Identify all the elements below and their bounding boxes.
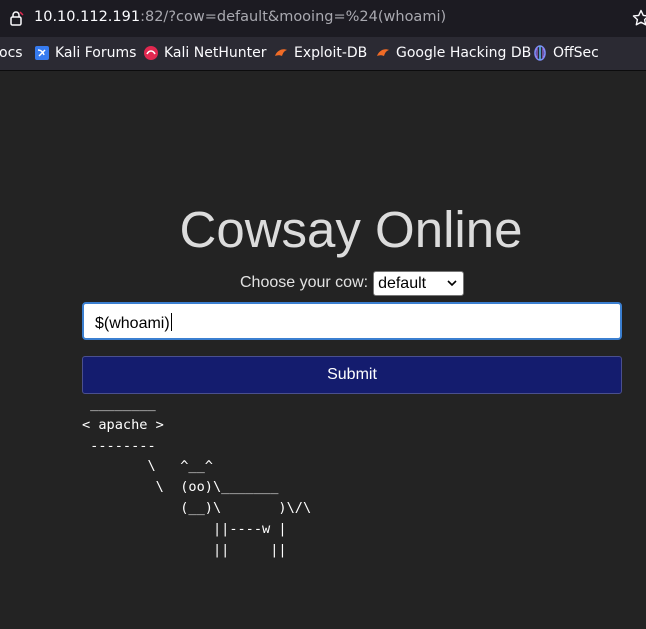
kali-nethunter-icon (144, 46, 158, 60)
offsec-icon (534, 45, 546, 61)
bookmark-label: Kali Forums (55, 45, 137, 61)
bookmark-star-icon[interactable] (632, 9, 646, 27)
page-title: Cowsay Online (179, 201, 523, 258)
bookmark-docs[interactable]: ocs (0, 45, 23, 61)
lock-icon[interactable] (8, 10, 24, 26)
chevron-down-icon (447, 279, 457, 286)
google-hacking-db-icon (377, 49, 389, 56)
cowsay-output: ________ < apache > -------- \ ^__^ \ (o… (82, 396, 312, 558)
cow-select-value: default (378, 274, 427, 292)
exploit-db-icon (275, 49, 287, 56)
bookmark-google-hacking-db[interactable]: Google Hacking DB (375, 45, 531, 61)
cow-chooser: Choose your cow: default (240, 270, 465, 296)
url-host: 10.10.112.191 (34, 9, 141, 25)
bookmark-label: Kali NetHunter (164, 45, 267, 61)
choose-cow-label: Choose your cow: (240, 274, 369, 291)
cow-select[interactable]: default (373, 270, 465, 296)
bookmark-label: Google Hacking DB (396, 45, 532, 61)
bookmark-kali-forums[interactable]: Kali Forums (34, 45, 136, 61)
bookmark-label: ocs (0, 45, 23, 61)
url-text[interactable]: 10.10.112.191:82/?cow=default&mooing=%24… (34, 9, 446, 25)
url-bar[interactable]: 10.10.112.191:82/?cow=default&mooing=%24… (0, 0, 646, 37)
bookmarks-toolbar: ocs Kali Forums Kali NetHunter Exploit-D… (0, 37, 646, 71)
bookmark-offsec[interactable]: OffSec (532, 45, 599, 61)
mooing-input-value: $(whoami) (95, 315, 170, 332)
submit-button[interactable]: Submit (82, 356, 622, 394)
bookmark-kali-nethunter[interactable]: Kali NetHunter (143, 45, 266, 61)
bookmark-label: Exploit-DB (294, 45, 368, 61)
kali-forums-icon (35, 46, 49, 60)
mooing-input[interactable]: $(whoami) (82, 302, 622, 340)
text-caret (170, 313, 172, 331)
url-path: :82/?cow=default&mooing=%24(whoami) (140, 9, 447, 25)
bookmark-exploit-db[interactable]: Exploit-DB (273, 45, 367, 61)
bookmark-label: OffSec (553, 45, 599, 61)
